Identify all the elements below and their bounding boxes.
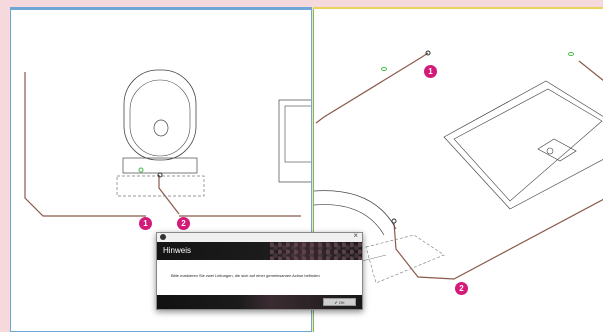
- dialog-title: Hinweis: [163, 246, 192, 255]
- iso-mounting-frame: [365, 234, 445, 284]
- toilet-outline: [123, 69, 197, 161]
- callout-badge-2: 2: [177, 217, 190, 230]
- iso-callout-badge-1: 1: [424, 65, 437, 78]
- app-icon: [160, 234, 166, 240]
- iso-leader-1: [315, 52, 429, 124]
- iso-leader-3: [578, 60, 603, 81]
- drain-hole: [546, 147, 554, 155]
- iso-marker-green-2: [568, 51, 574, 57]
- dialog-message: Bitte markieren Sie zwei Leitungen, die …: [171, 273, 320, 278]
- wall-leader-1: [24, 72, 146, 217]
- iso-leader-2: [393, 198, 603, 280]
- ok-button[interactable]: ✔ OK: [323, 298, 356, 306]
- dialog-header: Hinweis: [157, 242, 362, 260]
- notice-dialog[interactable]: × Hinweis Bitte markieren Sie zwei Leitu…: [156, 231, 363, 310]
- iso-marker-green-1: [381, 66, 387, 72]
- basin-slab: [443, 80, 603, 210]
- close-icon[interactable]: ×: [353, 231, 358, 240]
- marker-green: [138, 167, 144, 173]
- side-cabinet: [278, 99, 311, 183]
- side-cabinet-inner: [284, 105, 311, 163]
- flush-button: [153, 119, 169, 137]
- callout-badge-1: 1: [139, 217, 152, 230]
- toilet-inner-outline: [129, 79, 191, 157]
- iso-callout-badge-2: 2: [455, 282, 468, 295]
- pipe-leader-2: [158, 175, 180, 215]
- basin-slab-inner: [453, 88, 603, 202]
- ok-button-label: OK: [338, 300, 345, 305]
- dialog-footer: ✔ OK: [157, 295, 362, 309]
- floor-curve-inner: [314, 204, 385, 236]
- mounting-frame: [116, 175, 205, 197]
- basin-drain: [537, 138, 577, 162]
- check-icon: ✔: [334, 300, 338, 305]
